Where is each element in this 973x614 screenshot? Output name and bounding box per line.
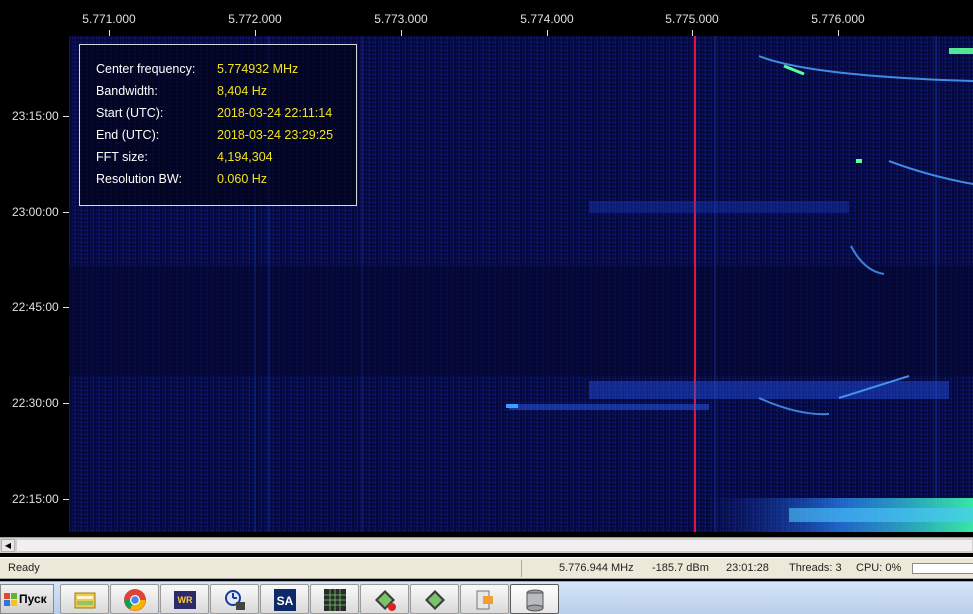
time-tick-label: 22:30:00 [12,396,59,410]
info-label: Center frequency: [96,62,196,76]
taskbar-app-chip[interactable] [410,584,459,614]
activity-band [589,381,949,399]
clock-tool-icon [225,590,245,610]
info-label: End (UTC): [96,128,160,142]
plugin-app-icon [476,590,493,610]
info-label: Start (UTC): [96,106,164,120]
status-level: -185.7 dBm [652,562,709,574]
taskbar-app-grid-tool[interactable] [310,584,359,614]
status-bar: Ready 5.776.944 MHz -185.7 dBm 23:01:28 … [0,557,973,579]
taskbar-app-record[interactable] [360,584,409,614]
explorer-icon [74,592,96,609]
freq-tick-label: 5.775.000 [665,12,719,26]
scroll-left-button[interactable]: ◀ [1,539,15,552]
info-value: 2018-03-24 22:11:14 [217,106,333,120]
wideband-signal [789,508,973,522]
time-tick-label: 23:00:00 [12,205,59,219]
frequency-axis: 5.771.000 5.772.000 5.773.000 5.774.000 … [0,0,973,36]
time-tick-label: 23:15:00 [12,109,59,123]
freq-tick-label: 5.772.000 [228,12,282,26]
taskbar-app-database[interactable] [510,584,559,614]
status-cpu: CPU: 0% [856,562,902,574]
grid-tool-icon [324,589,346,611]
info-value: 4,194,304 [217,150,273,164]
svg-text:WR: WR [178,595,193,605]
taskbar-app-clock-tool[interactable] [210,584,259,614]
taskbar-app-plugin[interactable] [460,584,509,614]
freq-tick-label: 5.776.000 [811,12,865,26]
taskbar-app-wr[interactable]: WR [160,584,209,614]
time-tick-label: 22:15:00 [12,492,59,506]
taskbar-app-spectrum-analyzer[interactable]: SA [260,584,309,614]
svg-text:SA: SA [277,594,294,608]
taskbar-app-explorer[interactable] [60,584,109,614]
info-label: FFT size: [96,150,148,164]
chrome-icon [124,589,146,611]
start-label: Пуск [19,592,47,606]
blip [949,48,973,54]
activity-band [509,404,709,410]
taskbar-app-chrome[interactable] [110,584,159,614]
horizontal-scrollbar[interactable]: ◀ [0,537,973,553]
record-app-icon [375,590,396,611]
wr-receiver-icon: WR [174,591,196,609]
cpu-progress-bar [912,563,973,574]
time-tick-label: 22:45:00 [12,300,59,314]
status-divider [521,560,522,577]
info-value: 8,404 Hz [217,84,268,98]
freq-tick-label: 5.773.000 [374,12,428,26]
database-icon [526,589,544,612]
freq-tick-label: 5.771.000 [82,12,136,26]
info-value: 0.060 Hz [217,172,268,186]
status-time: 23:01:28 [726,562,769,574]
status-ready: Ready [8,562,40,574]
chip-app-icon [425,590,445,610]
windows-flag-icon [4,593,17,606]
scroll-track[interactable] [16,539,973,552]
info-label: Resolution BW: [96,172,182,186]
freq-tick-label: 5.774.000 [520,12,574,26]
info-value: 5.774932 MHz [217,62,299,76]
spectrum-analyzer-icon: SA [274,589,296,611]
start-button[interactable]: Пуск [0,584,54,614]
info-label: Bandwidth: [96,84,158,98]
quiet-band [69,266,973,376]
info-value: 2018-03-24 23:29:25 [217,128,334,142]
blip [856,159,862,163]
time-axis: 23:15:00 23:00:00 22:45:00 22:30:00 22:1… [0,36,69,532]
status-cursor-frequency: 5.776.944 MHz [559,562,634,574]
status-threads: Threads: 3 [789,562,842,574]
info-panel: Center frequency: 5.774932 MHz Bandwidth… [79,44,357,206]
blip [506,404,518,408]
taskbar: Пуск WR SA [0,581,973,614]
activity-band [589,201,849,213]
